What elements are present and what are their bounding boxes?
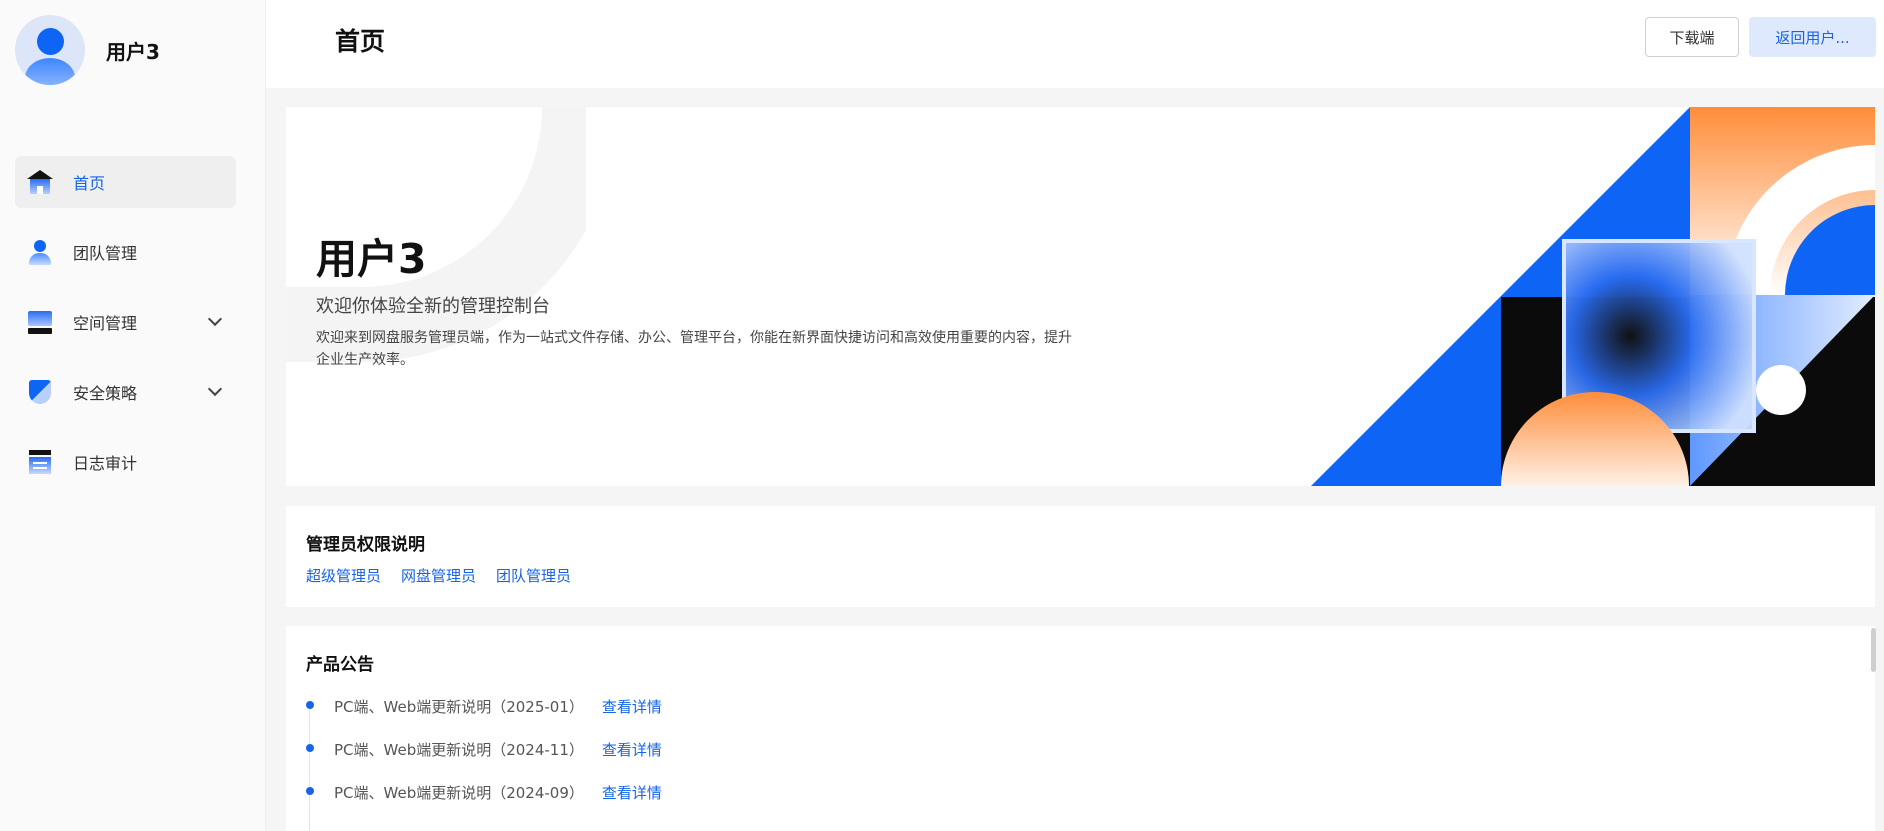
banner-description: 欢迎来到网盘服务管理员端，作为一站式文件存储、办公、管理平台，你能在新界面快捷访…: [316, 330, 1072, 368]
home-icon: [27, 169, 53, 195]
announcement-text: PC端、Web端更新说明（2024-11）: [334, 741, 584, 759]
announcement-text: PC端、Web端更新说明（2025-01）: [334, 698, 584, 716]
user-profile[interactable]: 用户3: [15, 15, 160, 85]
sidebar-item-space[interactable]: 空间管理: [15, 296, 236, 348]
product-announcements-card: 产品公告 PC端、Web端更新说明（2025-01） 查看详情 PC端、Web端…: [286, 626, 1875, 831]
sidebar-item-label: 空间管理: [73, 314, 138, 333]
timeline-dot: [306, 744, 314, 752]
banner-subtitle: 欢迎你体验全新的管理控制台: [316, 296, 550, 317]
page-title: 首页: [335, 27, 386, 56]
list-item: PC端、Web端更新说明（2025-01） 查看详情: [306, 696, 662, 739]
view-details-link[interactable]: 查看详情: [602, 782, 662, 803]
sidebar-item-label: 首页: [73, 174, 106, 193]
banner-illustration: [1311, 107, 1875, 486]
sidebar: 用户3 首页 团队管理 空间管理 安全策略 日志审计: [0, 0, 266, 831]
team-admin-link[interactable]: 团队管理员: [496, 565, 571, 586]
header: 首页 下载端 返回用户...: [266, 0, 1884, 88]
space-icon: [27, 309, 53, 335]
welcome-banner: 用户3 欢迎你体验全新的管理控制台 欢迎来到网盘服务管理员端，作为一站式文件存储…: [286, 107, 1875, 486]
sidebar-item-label: 安全策略: [73, 384, 138, 403]
shield-icon: [27, 379, 53, 405]
view-details-link[interactable]: 查看详情: [602, 696, 662, 717]
avatar[interactable]: [15, 15, 85, 85]
download-button[interactable]: 下载端: [1645, 17, 1739, 57]
announcement-text: PC端、Web端更新说明（2024-09）: [334, 784, 584, 802]
scrollbar[interactable]: [1871, 628, 1876, 672]
admin-permissions-card: 管理员权限说明 超级管理员 网盘管理员 团队管理员: [286, 506, 1875, 607]
sidebar-nav: 首页 团队管理 空间管理 安全策略 日志审计: [15, 156, 236, 506]
sidebar-item-log[interactable]: 日志审计: [15, 436, 236, 488]
banner-user-name: 用户3: [316, 235, 427, 283]
user-name: 用户3: [106, 39, 160, 64]
sidebar-item-label: 日志审计: [73, 454, 138, 473]
return-to-user-button[interactable]: 返回用户...: [1749, 17, 1876, 57]
super-admin-link[interactable]: 超级管理员: [306, 565, 381, 586]
permission-links: 超级管理员 网盘管理员 团队管理员: [306, 565, 591, 586]
announcement-list: PC端、Web端更新说明（2025-01） 查看详情 PC端、Web端更新说明（…: [306, 696, 662, 825]
sidebar-item-team[interactable]: 团队管理: [15, 226, 236, 278]
sidebar-item-home[interactable]: 首页: [15, 156, 236, 208]
chevron-down-icon[interactable]: [207, 381, 223, 397]
log-icon: [27, 449, 53, 475]
drive-admin-link[interactable]: 网盘管理员: [401, 565, 476, 586]
timeline-dot: [306, 701, 314, 709]
timeline-dot: [306, 787, 314, 795]
list-item: PC端、Web端更新说明（2024-11） 查看详情: [306, 739, 662, 782]
announcements-title: 产品公告: [306, 655, 374, 675]
list-item: PC端、Web端更新说明（2024-09） 查看详情: [306, 782, 662, 825]
chevron-down-icon[interactable]: [207, 311, 223, 327]
view-details-link[interactable]: 查看详情: [602, 739, 662, 760]
permissions-title: 管理员权限说明: [306, 535, 425, 555]
sidebar-item-label: 团队管理: [73, 244, 138, 263]
team-icon: [27, 239, 53, 265]
sidebar-item-security[interactable]: 安全策略: [15, 366, 236, 418]
